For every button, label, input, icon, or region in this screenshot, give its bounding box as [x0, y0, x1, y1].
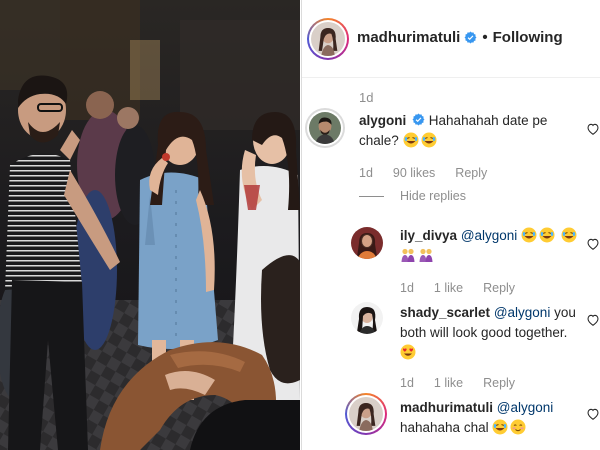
reply-body: madhurimatuli @alygoni hahahaha chal — [400, 398, 580, 438]
comment-username[interactable]: alygoni — [359, 113, 406, 128]
comments-panel: madhurimatuli • Following 1d alygoni Hah… — [301, 0, 600, 450]
reply-item: madhurimatuli @alygoni hahahaha chal — [400, 398, 580, 438]
laughing-emoji — [492, 419, 508, 435]
avatar-photo — [309, 112, 341, 144]
reply-body: shady_scarlet @alygoni you both will loo… — [400, 303, 580, 363]
reply-button[interactable]: Reply — [455, 166, 487, 180]
header-user-row: madhurimatuli • Following — [357, 29, 563, 46]
reply-avatar[interactable] — [345, 393, 387, 435]
avatar-photo — [311, 22, 345, 56]
reply-likes[interactable]: 1 like — [434, 376, 463, 390]
avatar-photo — [349, 397, 383, 431]
reply-button[interactable]: Reply — [483, 281, 515, 295]
hide-replies-button[interactable]: Hide replies — [359, 189, 466, 203]
heart-outline-icon[interactable] — [586, 407, 600, 421]
reply-time: 1d — [400, 281, 414, 295]
couple-emoji — [400, 247, 416, 263]
reply-username[interactable]: ily_divya — [400, 228, 457, 243]
laughing-emoji — [403, 132, 419, 148]
blush-emoji — [510, 419, 526, 435]
reply-avatar[interactable] — [351, 302, 383, 334]
hide-replies-label: Hide replies — [400, 189, 467, 203]
author-avatar[interactable] — [307, 18, 349, 60]
couple-emoji — [418, 247, 434, 263]
post-header: madhurimatuli • Following — [302, 0, 600, 78]
heart-outline-icon[interactable] — [586, 313, 600, 327]
laughing-emoji — [539, 227, 555, 243]
laughing-emoji — [521, 227, 537, 243]
avatar-photo — [351, 302, 383, 334]
heart-outline-icon[interactable] — [586, 237, 600, 251]
reply-time: 1d — [400, 376, 414, 390]
reply-mention[interactable]: @alygoni — [497, 400, 554, 415]
reply-button[interactable]: Reply — [483, 376, 515, 390]
heart-eyes-emoji — [400, 344, 416, 360]
comment-meta: 1d 90 likes Reply — [359, 166, 487, 180]
following-button[interactable]: Following — [493, 29, 563, 46]
reply-username[interactable]: madhurimatuli — [400, 400, 493, 415]
separator-dot: • — [482, 29, 488, 46]
divider-line — [359, 195, 384, 197]
reply-meta: 1d 1 like Reply — [400, 376, 515, 390]
post-timestamp: 1d — [359, 90, 374, 105]
reply-text: hahahaha chal — [400, 420, 489, 435]
post-photo — [0, 0, 300, 450]
heart-outline-icon[interactable] — [586, 122, 600, 136]
comment-body: alygoni Hahahahah date pe chale? — [359, 111, 579, 151]
comment-item: alygoni Hahahahah date pe chale? — [359, 111, 579, 151]
comment-time: 1d — [359, 166, 373, 180]
verified-badge-icon — [412, 112, 425, 126]
comment-likes[interactable]: 90 likes — [393, 166, 435, 180]
reply-item: shady_scarlet @alygoni you both will loo… — [400, 303, 580, 363]
party-scene-image — [0, 0, 300, 450]
reply-item: ily_divya @alygoni — [400, 226, 580, 266]
reply-username[interactable]: shady_scarlet — [400, 305, 490, 320]
reply-mention[interactable]: @alygoni — [461, 228, 518, 243]
reply-avatar[interactable] — [351, 227, 383, 259]
laughing-emoji — [561, 227, 577, 243]
laughing-emoji — [421, 132, 437, 148]
avatar-photo — [351, 227, 383, 259]
author-username[interactable]: madhurimatuli — [357, 29, 460, 46]
reply-body: ily_divya @alygoni — [400, 226, 580, 266]
reply-likes[interactable]: 1 like — [434, 281, 463, 295]
reply-mention[interactable]: @alygoni — [494, 305, 551, 320]
reply-meta: 1d 1 like Reply — [400, 281, 515, 295]
verified-badge-icon — [464, 31, 477, 44]
commenter-avatar[interactable] — [305, 108, 345, 148]
